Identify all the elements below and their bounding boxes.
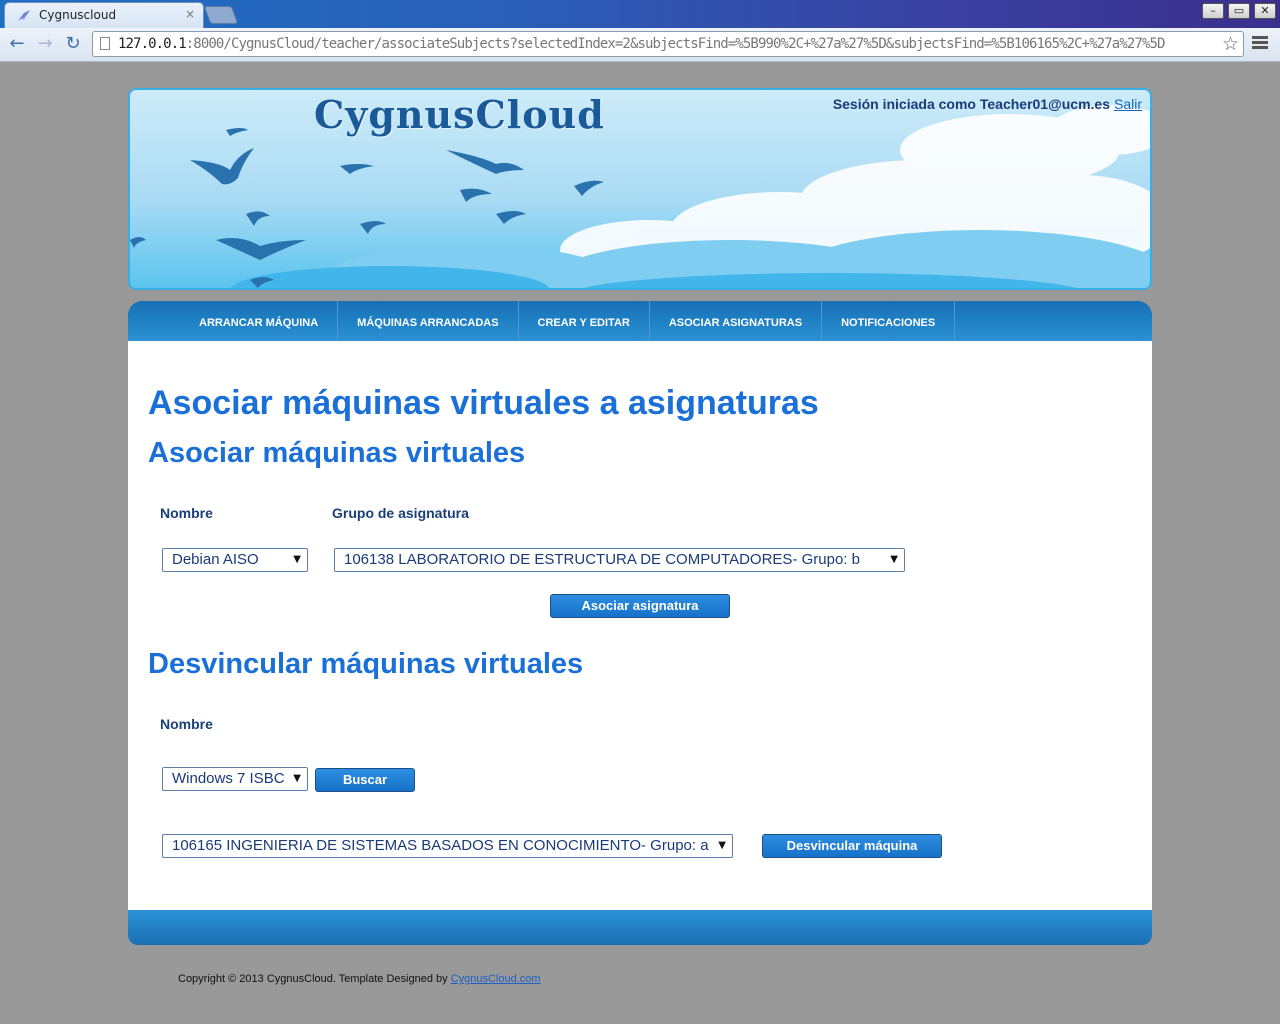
unlink-name-label: Nombre <box>160 716 213 732</box>
unlink-heading: Desvincular máquinas virtuales <box>148 648 584 680</box>
page-title: Asociar máquinas virtuales a asignaturas <box>148 384 819 422</box>
associate-subject-button[interactable]: Asociar asignatura <box>550 594 730 618</box>
dropdown-arrow-icon: ▼ <box>890 554 898 565</box>
back-icon[interactable]: ← <box>6 33 28 55</box>
unlink-subject-select[interactable]: 106165 INGENIERIA DE SISTEMAS BASADOS EN… <box>162 834 733 858</box>
browser-menu-icon[interactable] <box>1252 34 1268 54</box>
session-info: Sesión iniciada como Teacher01@ucm.es Sal… <box>833 96 1142 112</box>
footer-bar <box>128 910 1152 945</box>
nav-item-maquinas-arrancadas[interactable]: MÁQUINAS ARRANCADAS <box>338 301 519 341</box>
dropdown-arrow-icon: ▼ <box>293 773 301 784</box>
session-text: Sesión iniciada como Teacher01@ucm.es <box>832 96 1110 112</box>
associate-name-label: Nombre <box>160 505 213 521</box>
associate-heading: Asociar máquinas virtuales <box>148 437 526 469</box>
site-header-banner: CygnusCloud Sesión iniciada como Teacher… <box>128 88 1152 290</box>
dropdown-arrow-icon: ▼ <box>718 840 726 851</box>
tab-close-icon[interactable]: × <box>185 7 195 21</box>
close-window-button[interactable]: ✕ <box>1254 3 1276 19</box>
search-button[interactable]: Buscar <box>315 768 415 792</box>
footer-link[interactable]: CygnusCloud.com <box>451 973 541 985</box>
maximize-button[interactable]: ▭ <box>1228 3 1250 19</box>
bookmark-star-icon[interactable]: ☆ <box>1222 33 1239 55</box>
main-content: Asociar máquinas virtuales a asignaturas… <box>128 341 1152 910</box>
unlink-machine-button[interactable]: Desvincular máquina <box>762 834 942 858</box>
subject-group-select[interactable]: 106138 LABORATORIO DE ESTRUCTURA DE COMP… <box>334 548 905 572</box>
address-bar[interactable]: 127.0.0.1:8000/CygnusCloud/teacher/assoc… <box>92 31 1244 57</box>
minimize-button[interactable]: – <box>1202 3 1224 19</box>
url-text[interactable]: 127.0.0.1:8000/CygnusCloud/teacher/assoc… <box>118 36 1165 52</box>
machine-name-select[interactable]: Debian AISO ▼ <box>162 548 308 572</box>
unlink-machine-select[interactable]: Windows 7 ISBC ▼ <box>162 767 308 791</box>
tab-title: Cygnuscloud <box>39 8 117 22</box>
browser-toolbar: ← → ↻ 127.0.0.1:8000/CygnusCloud/teacher… <box>0 28 1280 62</box>
logout-link[interactable]: Salir <box>1114 96 1142 112</box>
sky-birds-illustration <box>130 105 1150 288</box>
window-titlebar: Cygnuscloud × – ▭ ✕ <box>0 0 1280 28</box>
copyright-text: Copyright © 2013 CygnusCloud. Template D… <box>178 973 448 985</box>
browser-tab[interactable]: Cygnuscloud × <box>4 2 204 28</box>
nav-item-notificaciones[interactable]: NOTIFICACIONES <box>822 301 956 341</box>
cygnuscloud-logo: CygnusCloud <box>314 92 605 137</box>
associate-group-label: Grupo de asignatura <box>332 505 469 521</box>
nav-item-crear-y-editar[interactable]: CREAR Y EDITAR <box>519 301 650 341</box>
copyright: Copyright © 2013 CygnusCloud. Template D… <box>178 973 541 985</box>
nav-item-asociar-asignaturas[interactable]: ASOCIAR ASIGNATURAS <box>650 301 823 341</box>
reload-icon[interactable]: ↻ <box>62 33 84 55</box>
forward-icon[interactable]: → <box>34 33 56 55</box>
nav-item-arrancar-maquina[interactable]: ARRANCAR MÁQUINA <box>180 301 339 341</box>
cygnus-favicon-icon <box>18 10 30 21</box>
dropdown-arrow-icon: ▼ <box>293 554 301 565</box>
main-navigation: ARRANCAR MÁQUINA MÁQUINAS ARRANCADAS CRE… <box>128 301 1152 341</box>
page-icon <box>100 37 110 50</box>
new-tab-button[interactable] <box>203 6 239 24</box>
